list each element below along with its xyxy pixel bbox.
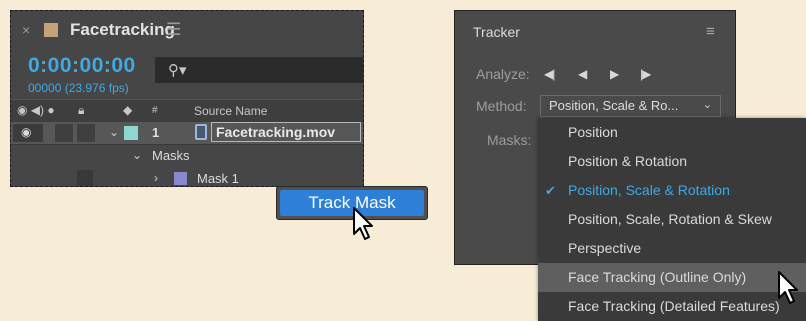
timeline-tab[interactable]: × Facetracking ☰ — [11, 11, 363, 49]
frame-rate-readout: 00000 (23.976 fps) — [28, 81, 129, 95]
method-selected-value: Position, Scale & Ro... — [549, 98, 679, 113]
layer-row[interactable]: ◉ ⌄ 1 Facetracking.mov — [11, 122, 363, 145]
mask-name[interactable]: Mask 1 — [197, 171, 239, 186]
av-features-icon[interactable]: ◉ ◀) ● — [17, 103, 55, 117]
layer-label-color[interactable] — [124, 126, 138, 140]
mask-row[interactable]: › Mask 1 — [11, 168, 363, 186]
timeline-panel: × Facetracking ☰ 0:00:00:00 00000 (23.97… — [10, 10, 364, 187]
panel-menu-icon[interactable]: ☰ — [166, 20, 181, 40]
composition-color-swatch — [44, 23, 58, 37]
panel-menu-icon[interactable]: ≡ — [706, 23, 715, 40]
method-dropdown-menu: Position Position & Rotation ✔ Position,… — [538, 118, 806, 321]
analyze-label: Analyze: — [476, 66, 530, 82]
chevron-down-icon[interactable]: ⌄ — [109, 125, 119, 139]
analyze-forward-one-frame-button[interactable]: |▶ — [640, 67, 651, 81]
analyze-back-one-frame-button[interactable]: ◀| — [544, 67, 555, 81]
label-icon[interactable]: ◆ — [123, 103, 132, 117]
menu-item-face-tracking-detailed[interactable]: Face Tracking (Detailed Features) — [538, 292, 806, 321]
menu-item-position-scale-rotation-skew[interactable]: Position, Scale, Rotation & Skew — [538, 205, 806, 234]
current-time-display[interactable]: 0:00:00:00 — [28, 54, 136, 78]
chevron-right-icon[interactable]: › — [154, 171, 158, 185]
layer-number-header[interactable]: # — [152, 105, 158, 116]
chevron-down-icon: ⌄ — [702, 99, 712, 111]
layer-number: 1 — [152, 125, 160, 140]
close-icon[interactable]: × — [22, 22, 30, 38]
mask-lock-toggle[interactable] — [77, 170, 93, 186]
source-name-header[interactable]: Source Name — [194, 104, 267, 118]
mouse-pointer-icon — [778, 271, 798, 304]
menu-item-position-rotation[interactable]: Position & Rotation — [538, 147, 806, 176]
tracker-title: Tracker — [473, 24, 520, 40]
layer-search-input[interactable]: ⚲▾ — [155, 57, 363, 83]
menu-item-position[interactable]: Position — [538, 118, 806, 147]
footage-file-icon — [195, 124, 207, 140]
lock-toggle[interactable] — [77, 124, 95, 142]
mouse-pointer-icon — [353, 207, 373, 240]
method-select[interactable]: Position, Scale & Ro... ⌄ — [540, 95, 721, 117]
lock-icon[interactable]: 🔒︎ — [78, 103, 84, 118]
menu-item-position-scale-rotation[interactable]: ✔ Position, Scale & Rotation — [538, 176, 806, 205]
analyze-backward-button[interactable]: ◀ — [578, 67, 587, 81]
analyze-forward-button[interactable]: ▶ — [610, 67, 619, 81]
method-label: Method: — [476, 98, 527, 114]
mask-color-swatch[interactable] — [174, 172, 187, 185]
eye-icon: ◉ — [21, 125, 32, 139]
masks-group-label: Masks — [152, 148, 190, 163]
column-header-row: ◉ ◀) ● 🔒︎ ◆ # Source Name — [11, 99, 363, 123]
menu-item-face-tracking-outline[interactable]: Face Tracking (Outline Only) — [538, 263, 806, 292]
layer-source-name[interactable]: Facetracking.mov — [211, 122, 361, 142]
masks-label: Masks: — [487, 132, 532, 148]
video-toggle[interactable]: ◉ — [13, 124, 43, 142]
menu-item-perspective[interactable]: Perspective — [538, 234, 806, 263]
chevron-down-icon[interactable]: ⌄ — [132, 148, 142, 162]
masks-group-row[interactable]: ⌄ Masks — [11, 145, 363, 167]
composition-title[interactable]: Facetracking — [70, 20, 175, 40]
solo-toggle[interactable] — [55, 124, 73, 142]
search-icon: ⚲▾ — [168, 62, 187, 79]
checkmark-icon: ✔ — [545, 183, 556, 198]
